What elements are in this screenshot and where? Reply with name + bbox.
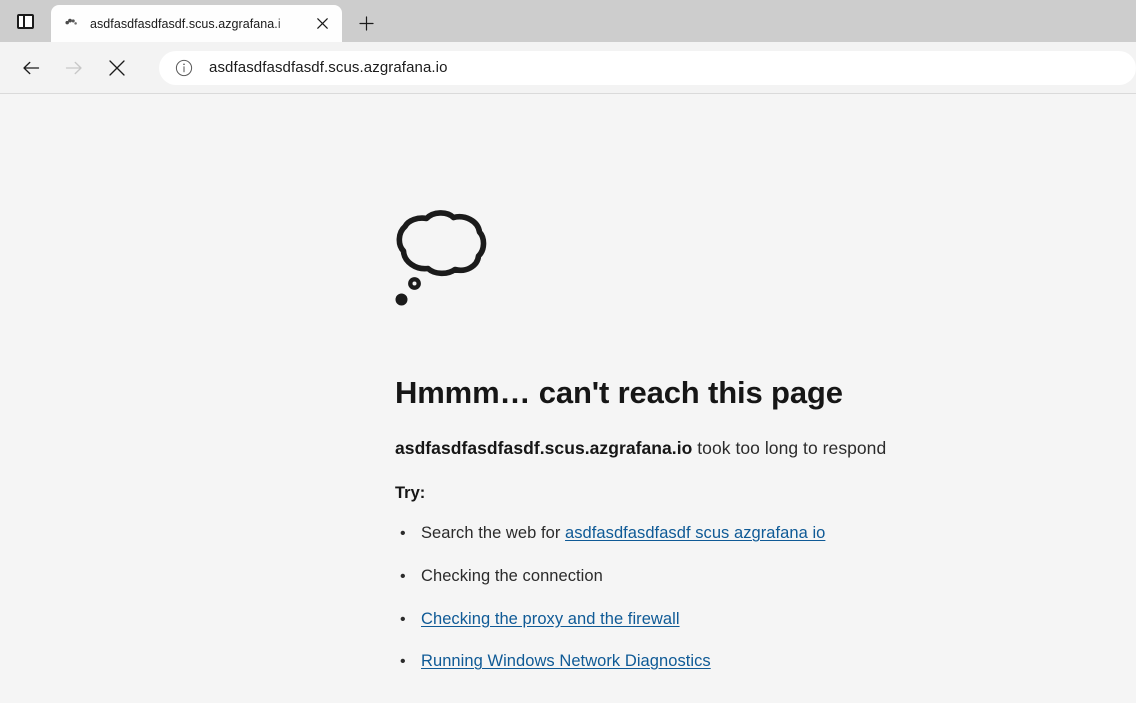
page-content: Hmmm… can't reach this page asdfasdfasdf… [0, 94, 1136, 703]
try-label: Try: [395, 484, 426, 503]
back-button[interactable] [12, 49, 50, 87]
plus-icon [358, 15, 374, 31]
new-tab-button[interactable] [347, 7, 385, 39]
back-arrow-icon [23, 61, 40, 74]
list-item: • Search the web for asdfasdfasdfasdf sc… [395, 523, 1035, 544]
list-item-text: Search the web for asdfasdfasdfasdf scus… [421, 523, 825, 544]
error-subtitle: asdfasdfasdfasdf.scus.azgrafana.io took … [395, 437, 1035, 461]
bullet-icon: • [400, 567, 406, 585]
try-list: • Search the web for asdfasdfasdfasdf sc… [395, 523, 1035, 672]
bullet-icon: • [400, 610, 406, 628]
search-the-web-link[interactable]: asdfasdfasdfasdf scus azgrafana io [565, 524, 825, 542]
browser-window: asdfasdfasdfasdf.scus.azgrafana.i asdfas… [0, 0, 1136, 703]
info-circle-icon[interactable] [171, 55, 197, 81]
page-title: Hmmm… can't reach this page [395, 375, 843, 410]
tab-close-icon[interactable] [310, 12, 334, 36]
split-view-glyph [16, 13, 34, 29]
stop-loading-button[interactable] [98, 49, 136, 87]
bullet-icon: • [400, 653, 406, 671]
network-diagnostics-link[interactable]: Running Windows Network Diagnostics [421, 651, 711, 672]
thought-cloud-icon [395, 208, 1035, 313]
error-host: asdfasdfasdfasdf.scus.azgrafana.io [395, 437, 693, 458]
forward-button [55, 49, 93, 87]
list-item: • Checking the proxy and the firewall [395, 609, 1035, 630]
check-proxy-firewall-link[interactable]: Checking the proxy and the firewall [421, 609, 680, 630]
split-view-icon[interactable] [6, 3, 44, 39]
list-item: • Checking the connection [395, 566, 1035, 587]
url-text[interactable]: asdfasdfasdfasdf.scus.azgrafana.io [209, 59, 448, 76]
error-page-container: Hmmm… can't reach this page asdfasdfasdf… [395, 208, 1035, 694]
address-bar[interactable]: asdfasdfasdfasdf.scus.azgrafana.io [159, 50, 1136, 85]
tab-title: asdfasdfasdfasdf.scus.azgrafana.i [90, 16, 281, 31]
browser-tab[interactable]: asdfasdfasdfasdf.scus.azgrafana.i [51, 5, 342, 42]
tab-strip: asdfasdfasdfasdf.scus.azgrafana.i [0, 0, 1136, 42]
browser-toolbar: asdfasdfasdfasdf.scus.azgrafana.io [0, 42, 1136, 94]
search-prefix-text: Search the web for [421, 524, 566, 543]
bullet-icon: • [400, 525, 406, 543]
forward-arrow-icon [65, 61, 82, 74]
checking-connection-text: Checking the connection [421, 566, 603, 585]
loading-spinner-icon [63, 15, 81, 33]
error-message: took too long to respond [692, 437, 887, 458]
stop-loading-icon [109, 59, 125, 76]
list-item: • Running Windows Network Diagnostics [395, 651, 1035, 672]
